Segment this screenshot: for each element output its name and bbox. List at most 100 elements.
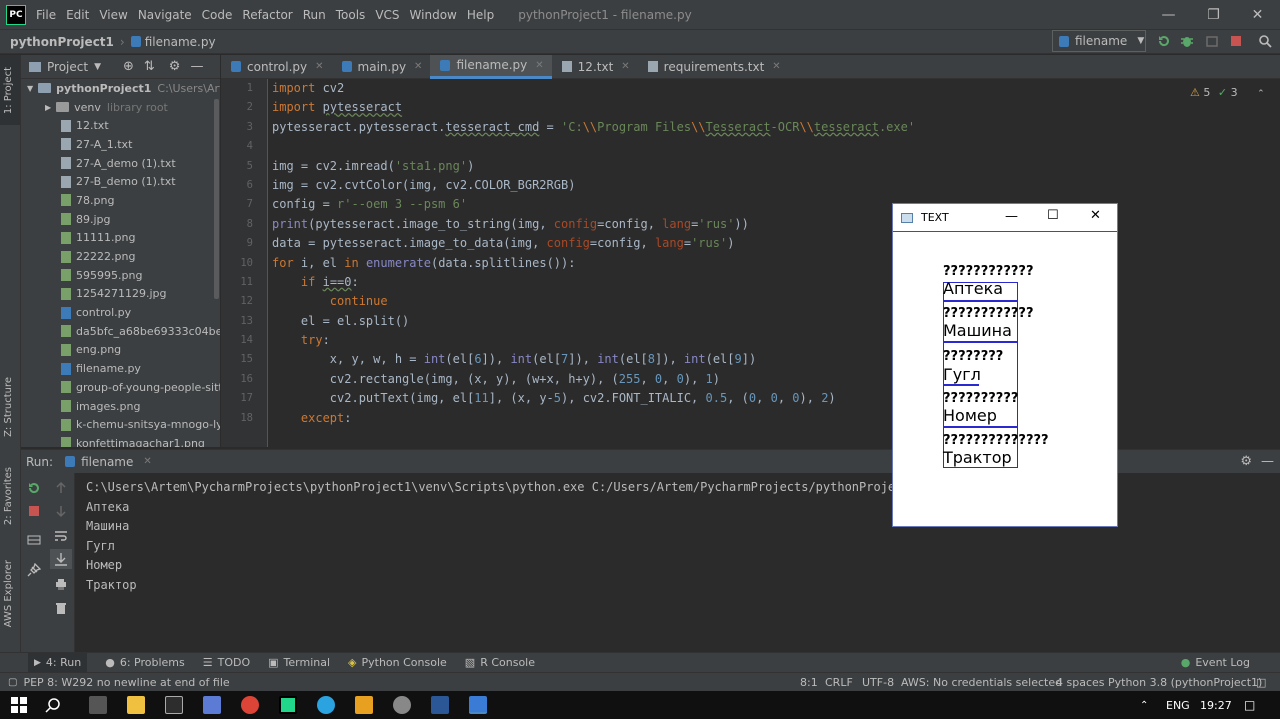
chrome-icon[interactable]	[241, 696, 259, 714]
tree-file[interactable]: group-of-young-people-sitti	[21, 378, 220, 397]
tree-file[interactable]: 22222.png	[21, 247, 220, 266]
menu-navigate[interactable]: Navigate	[138, 8, 192, 22]
tree-file[interactable]: 27-B_demo (1).txt	[21, 172, 220, 191]
code-line[interactable]	[272, 137, 1272, 156]
minimize-icon[interactable]: —	[1146, 0, 1191, 29]
code-line[interactable]: config = r'--oem 3 --psm 6'	[272, 195, 1272, 214]
tab-12-txt[interactable]: 12.txt ✕	[552, 55, 638, 79]
terminal-app-icon[interactable]	[165, 696, 183, 714]
inspection-widget[interactable]: ⚠ 5 ✓ 3 ⌃	[1190, 86, 1265, 99]
indent-setting[interactable]: 4 spaces	[1056, 676, 1105, 689]
hide-panel-icon[interactable]: —	[190, 59, 203, 74]
python-interpreter[interactable]: Python 3.8 (pythonProject1)	[1108, 676, 1262, 689]
tree-root[interactable]: ▼ pythonProject1 C:\Users\Artem	[21, 79, 220, 98]
hide-panel-icon[interactable]: —	[1261, 454, 1274, 469]
menu-help[interactable]: Help	[467, 8, 494, 22]
print-icon[interactable]	[54, 577, 68, 591]
trash-icon[interactable]	[54, 601, 68, 615]
close-icon[interactable]: ✕	[1090, 208, 1101, 223]
search-icon[interactable]	[1258, 34, 1272, 48]
gear-icon[interactable]: ⚙	[169, 59, 181, 74]
tool-event-log[interactable]: ● Event Log	[1181, 656, 1250, 669]
tab-requirements-txt[interactable]: requirements.txt ✕	[638, 55, 789, 79]
menu-vcs[interactable]: VCS	[375, 8, 399, 22]
menu-tools[interactable]: Tools	[336, 8, 366, 22]
debug-icon[interactable]	[1180, 34, 1194, 48]
keyboard-language[interactable]: ENG	[1166, 699, 1190, 712]
locate-icon[interactable]: ⊕	[123, 59, 134, 74]
clock-time[interactable]: 19:27	[1200, 699, 1232, 712]
soft-wrap-icon[interactable]	[54, 529, 68, 543]
layout-icon[interactable]	[27, 533, 41, 547]
chevron-down-icon[interactable]: ▼	[27, 84, 33, 93]
tool-terminal[interactable]: ▣ Terminal	[268, 656, 330, 669]
rerun-icon[interactable]	[1157, 34, 1171, 48]
pin-icon[interactable]	[27, 563, 41, 577]
line-separator[interactable]: CRLF	[825, 676, 853, 689]
menu-file[interactable]: File	[36, 8, 56, 22]
tree-file[interactable]: 595995.png	[21, 266, 220, 285]
breadcrumb-file[interactable]: filename.py	[145, 35, 216, 49]
app-icon[interactable]	[393, 696, 411, 714]
search-icon[interactable]	[45, 697, 61, 713]
tool-python-console[interactable]: ◈ Python Console	[348, 656, 447, 669]
arrow-down-icon[interactable]	[54, 504, 68, 518]
coverage-icon[interactable]	[1205, 34, 1219, 48]
tree-file[interactable]: 11111.png	[21, 229, 220, 248]
tree-file[interactable]: k-chemu-snitsya-mnogo-lyu	[21, 415, 220, 434]
arrow-up-icon[interactable]	[54, 481, 68, 495]
structure-tool-label[interactable]: Z: Structure	[3, 377, 14, 437]
rerun-icon[interactable]	[27, 481, 41, 495]
editor-scrollbar[interactable]	[1271, 79, 1280, 447]
lock-icon[interactable]: □	[1256, 676, 1266, 689]
tree-file[interactable]: eng.png	[21, 341, 220, 360]
file-explorer-icon[interactable]	[127, 696, 145, 714]
caret-position[interactable]: 8:1	[800, 676, 818, 689]
notepad-icon[interactable]	[203, 696, 221, 714]
tree-file[interactable]: 89.jpg	[21, 210, 220, 229]
close-icon[interactable]: ✕	[535, 60, 543, 71]
maximize-icon[interactable]: ❐	[1191, 0, 1236, 29]
menu-run[interactable]: Run	[303, 8, 326, 22]
python-app-icon[interactable]	[469, 696, 487, 714]
tab-main-py[interactable]: main.py ✕	[332, 55, 431, 79]
windows-start-icon[interactable]	[11, 697, 27, 713]
favorites-tool-label[interactable]: 2: Favorites	[3, 467, 14, 525]
tree-file[interactable]: konfettimagachar1.png	[21, 434, 220, 447]
tree-file[interactable]: 27-A_demo (1).txt	[21, 154, 220, 173]
sublime-icon[interactable]	[355, 696, 373, 714]
tab-control-py[interactable]: control.py ✕	[221, 55, 332, 79]
close-icon[interactable]: ✕	[1235, 0, 1280, 29]
tree-file[interactable]: control.py	[21, 303, 220, 322]
minimize-icon[interactable]: —	[1005, 209, 1018, 224]
close-icon[interactable]: ✕	[414, 61, 422, 72]
project-tool-label[interactable]: 1: Project	[3, 67, 14, 114]
tool-todo[interactable]: ☰ TODO	[203, 656, 250, 669]
code-line[interactable]: import cv2	[272, 79, 1272, 98]
tree-venv[interactable]: ▶ venv library root	[21, 98, 220, 117]
run-config-select[interactable]: filename ▼	[1052, 30, 1146, 52]
close-icon[interactable]: ✕	[315, 61, 323, 72]
tray-chevron-icon[interactable]: ⌃	[1140, 700, 1148, 711]
code-line[interactable]: import pytesseract	[272, 98, 1272, 117]
telegram-icon[interactable]	[317, 696, 335, 714]
menu-window[interactable]: Window	[410, 8, 457, 22]
tree-scrollbar[interactable]	[214, 99, 219, 299]
stop-icon[interactable]	[1229, 34, 1243, 48]
tab-filename-py[interactable]: filename.py ✕	[430, 54, 552, 79]
opencv-window[interactable]: TEXT — ☐ ✕ ???????????? Аптека ?????????…	[892, 203, 1118, 527]
gear-icon[interactable]: ⚙	[1240, 454, 1252, 469]
tool-problems[interactable]: ● 6: Problems	[105, 656, 185, 669]
tree-file[interactable]: 12.txt	[21, 116, 220, 135]
project-panel-title[interactable]: Project	[47, 60, 88, 74]
code-line[interactable]: data = pytesseract.image_to_data(img, co…	[272, 234, 1272, 253]
code-line[interactable]: print(pytesseract.image_to_string(img, c…	[272, 215, 1272, 234]
chevron-down-icon[interactable]: ▼	[94, 62, 101, 72]
task-view-icon[interactable]	[89, 696, 107, 714]
chevron-up-icon[interactable]: ⌃	[1257, 89, 1265, 99]
code-line[interactable]: for i, el in enumerate(data.splitlines()…	[272, 254, 1272, 273]
scroll-to-end-icon[interactable]	[54, 552, 68, 566]
menu-code[interactable]: Code	[202, 8, 233, 22]
close-icon[interactable]: ✕	[143, 456, 151, 467]
code-line[interactable]: cv2.putText(img, el[11], (x, y-5), cv2.F…	[272, 389, 1272, 408]
